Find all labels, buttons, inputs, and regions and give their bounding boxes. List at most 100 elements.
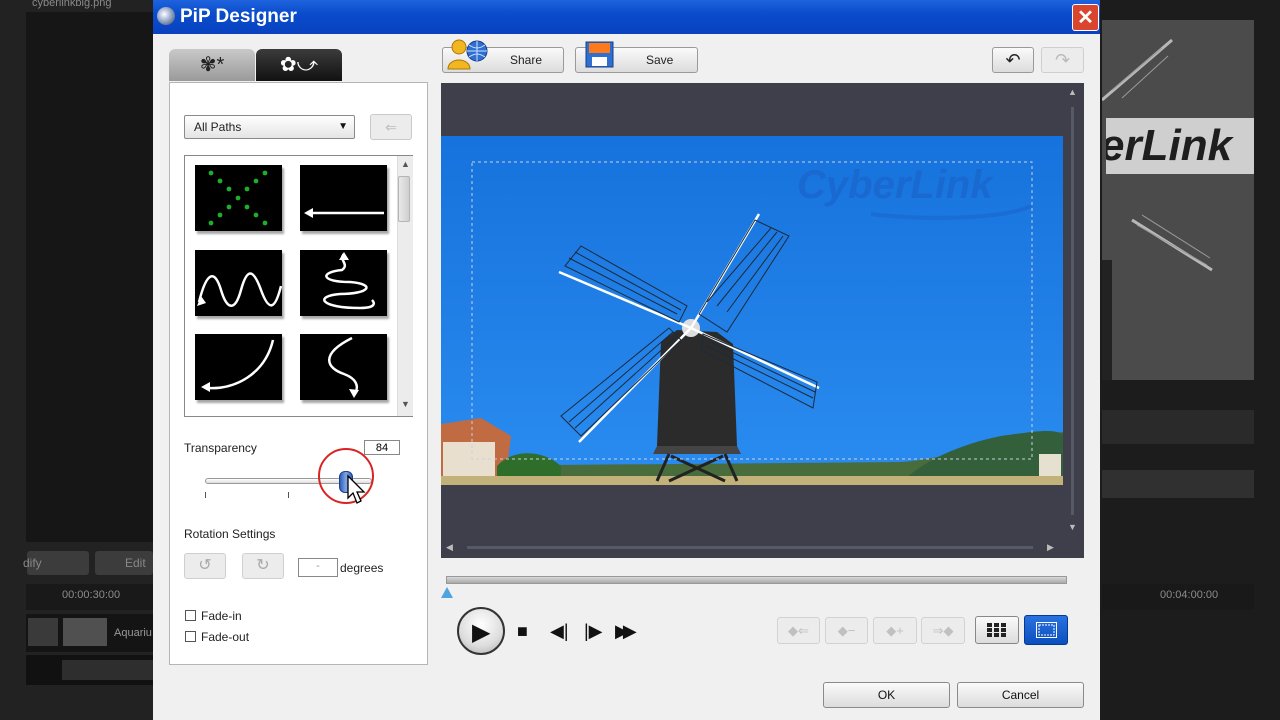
preview-vertical-scrollbar[interactable]: ▲ ▼ <box>1066 85 1082 537</box>
background-toolbar-strip <box>1102 410 1254 444</box>
tab-motion[interactable]: ✿⤻ <box>256 49 342 81</box>
redo-icon: ↷ <box>1054 50 1071 70</box>
import-arrow-icon: ⇐ <box>385 119 397 135</box>
scroll-down-icon[interactable]: ▼ <box>401 399 410 409</box>
grid-icon <box>987 623 1006 637</box>
background-logo-text: erLink <box>1106 118 1254 174</box>
transparency-label: Transparency <box>184 441 257 455</box>
pip-preview-image[interactable]: CyberLink <box>441 136 1063 485</box>
path-library-scroll-thumb[interactable] <box>398 176 410 222</box>
play-button[interactable]: ▶ <box>457 607 505 655</box>
background-file-label: cyberlinkbig.png <box>32 0 112 9</box>
background-edit-button[interactable]: Edit <box>95 551 153 575</box>
line-path-icon <box>304 208 384 218</box>
path-thumbnail-curve[interactable] <box>195 334 282 400</box>
background-modify-button[interactable]: dify <box>23 551 89 575</box>
background-clip-thumbnail <box>28 618 58 646</box>
previous-keyframe-button[interactable]: ◆⇐ <box>777 617 820 644</box>
scroll-right-icon[interactable]: ▶ <box>1047 542 1054 553</box>
timeline-position-marker[interactable] <box>441 587 453 598</box>
scroll-down-icon[interactable]: ▼ <box>1068 522 1077 532</box>
scroll-track <box>1071 107 1074 515</box>
path-thumbnail-x[interactable] <box>195 165 282 231</box>
rotation-degrees-input[interactable]: - <box>298 558 338 577</box>
background-audio-waveform <box>62 660 153 680</box>
save-icon <box>585 41 614 68</box>
share-label: Share <box>510 53 543 67</box>
remove-keyframe-button[interactable]: ◆− <box>825 617 868 644</box>
curve-path-icon <box>201 339 275 392</box>
stop-icon: ■ <box>517 621 528 641</box>
s-curve-path-icon <box>328 336 359 398</box>
rotate-cw-button[interactable]: ↻ <box>242 553 284 579</box>
fade-out-label: Fade-out <box>201 630 250 644</box>
path-thumbnail-line-left[interactable] <box>300 165 387 231</box>
fast-forward-icon: ▶▶ <box>615 621 637 641</box>
squiggle-path-icon <box>323 252 376 310</box>
save-label: Save <box>646 53 674 67</box>
objects-tab-icon: ✾* <box>199 54 225 76</box>
rotate-cw-icon: ↻ <box>256 557 270 574</box>
next-frame-icon: |▶ <box>584 621 603 641</box>
play-icon: ▶ <box>472 619 491 646</box>
share-icon <box>447 39 488 70</box>
path-thumbnail-squiggle[interactable] <box>300 250 387 316</box>
undo-icon: ↶ <box>1005 50 1021 70</box>
previous-frame-button[interactable]: ◀| <box>550 621 569 642</box>
cancel-button[interactable]: Cancel <box>957 682 1084 708</box>
ok-button[interactable]: OK <box>823 682 950 708</box>
safe-zone-icon <box>1036 622 1057 638</box>
safe-zone-button[interactable] <box>1024 615 1068 645</box>
fast-forward-button[interactable]: ▶▶ <box>615 621 637 642</box>
transparency-value-field[interactable]: 84 <box>364 440 400 455</box>
import-path-button[interactable]: ⇐ <box>370 114 412 140</box>
background-library-panel <box>26 12 153 542</box>
next-keyframe-button[interactable]: ⇒◆ <box>921 617 965 644</box>
path-thumbnail-wave[interactable] <box>195 250 283 316</box>
background-toolbar-strip <box>1102 470 1254 498</box>
rotation-settings-label: Rotation Settings <box>184 527 276 541</box>
motion-tab-icon: ✿⤻ <box>279 54 319 76</box>
next-keyframe-icon: ⇒◆ <box>932 623 954 638</box>
add-keyframe-button[interactable]: ◆+ <box>873 617 917 644</box>
fade-out-checkbox[interactable] <box>185 631 196 642</box>
app-icon <box>157 7 175 25</box>
fade-in-checkbox[interactable] <box>185 610 196 621</box>
scroll-up-icon[interactable]: ▲ <box>1068 87 1077 97</box>
path-thumbnail-s-curve[interactable] <box>300 334 387 400</box>
grid-lines-button[interactable] <box>975 616 1019 644</box>
scroll-track <box>467 546 1033 549</box>
background-windmill-image <box>1102 20 1254 380</box>
rotate-ccw-button[interactable]: ↺ <box>184 553 226 579</box>
cyberlink-watermark: CyberLink <box>797 163 994 207</box>
timeline-slider[interactable] <box>446 576 1067 584</box>
scroll-left-icon[interactable]: ◀ <box>446 542 453 553</box>
window-title: PiP Designer <box>180 6 297 27</box>
wave-path-icon <box>197 272 283 307</box>
preview-horizontal-scrollbar[interactable]: ◀ ▶ <box>443 540 1063 556</box>
next-frame-button[interactable]: |▶ <box>584 621 603 642</box>
chevron-down-icon: ▼ <box>338 121 348 132</box>
background-timeline-ruler: 00:04:00:00 <box>1102 584 1254 610</box>
ruler-time-label: 00:04:00:00 <box>1160 589 1219 601</box>
background-timeline-ruler: 00:00:30:00 <box>26 584 153 610</box>
tab-objects[interactable]: ✾* <box>169 49 255 81</box>
x-path-icon <box>208 170 268 226</box>
path-filter-value: All Paths <box>194 120 242 134</box>
path-filter-dropdown[interactable]: All Paths ▼ <box>184 115 355 139</box>
previous-frame-icon: ◀| <box>550 621 569 641</box>
close-button[interactable]: ✕ <box>1072 4 1099 31</box>
background-clip-thumbnail <box>63 618 107 646</box>
previous-keyframe-icon: ◆⇐ <box>788 623 809 638</box>
rotate-ccw-icon: ↺ <box>198 557 212 574</box>
stop-button[interactable]: ■ <box>517 621 528 642</box>
save-button[interactable]: Save <box>575 41 698 73</box>
undo-button[interactable]: ↶ <box>992 47 1034 73</box>
background-clip-label: Aquariu <box>114 627 152 639</box>
degrees-label: degrees <box>340 561 384 575</box>
redo-button[interactable]: ↷ <box>1041 47 1084 73</box>
slider-tick <box>205 492 206 498</box>
share-button[interactable]: Share <box>442 39 564 73</box>
scroll-up-icon[interactable]: ▲ <box>401 159 410 169</box>
mouse-cursor-icon <box>347 474 366 504</box>
